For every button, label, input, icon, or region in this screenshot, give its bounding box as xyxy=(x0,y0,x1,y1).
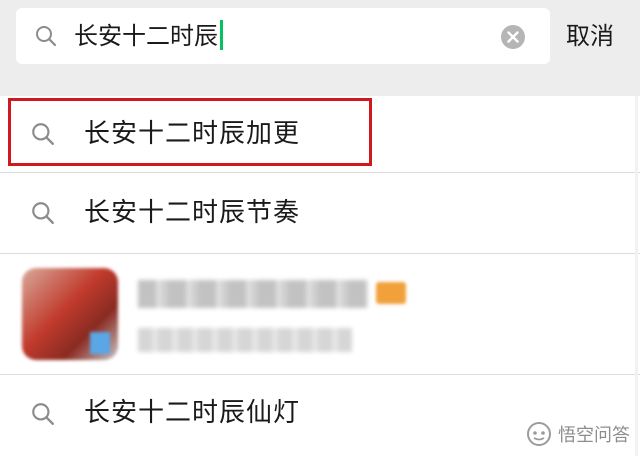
verified-badge-icon xyxy=(376,282,406,304)
highlight-box xyxy=(8,98,372,166)
search-icon xyxy=(36,26,57,47)
search-header: 长安十二时辰 取消 xyxy=(0,0,640,96)
blurred-account-subtitle xyxy=(138,328,352,352)
clear-icon[interactable] xyxy=(500,24,526,50)
watermark: 悟空问答 xyxy=(526,420,630,448)
scrollbar[interactable] xyxy=(635,96,638,456)
search-suggestions-list: 长安十二时辰加更 长安十二时辰节奏 长安十二时辰仙灯 悟空问答 xyxy=(0,96,640,456)
suggestion-item[interactable]: 长安十二时辰节奏 xyxy=(0,173,640,253)
search-query-text[interactable]: 长安十二时辰 xyxy=(74,20,223,52)
avatar-badge xyxy=(90,332,110,354)
suggestion-text: 长安十二时辰仙灯 xyxy=(84,398,301,428)
cancel-button[interactable]: 取消 xyxy=(566,16,614,56)
avatar xyxy=(22,268,118,360)
suggestion-text: 长安十二时辰节奏 xyxy=(84,198,301,228)
wukong-logo-icon xyxy=(527,422,551,446)
watermark-text: 悟空问答 xyxy=(558,425,630,446)
search-icon xyxy=(32,202,54,224)
suggestion-item[interactable]: 长安十二时辰加更 xyxy=(0,96,640,172)
blurred-account-name xyxy=(138,280,368,308)
search-input[interactable]: 长安十二时辰 xyxy=(16,8,550,64)
search-page: 长安十二时辰 取消 长安十二时辰加更 长安十二时辰节奏 长安十二时辰仙灯 悟空问… xyxy=(0,0,640,456)
account-result[interactable] xyxy=(0,254,640,374)
search-icon xyxy=(32,403,54,425)
text-cursor xyxy=(220,20,223,50)
